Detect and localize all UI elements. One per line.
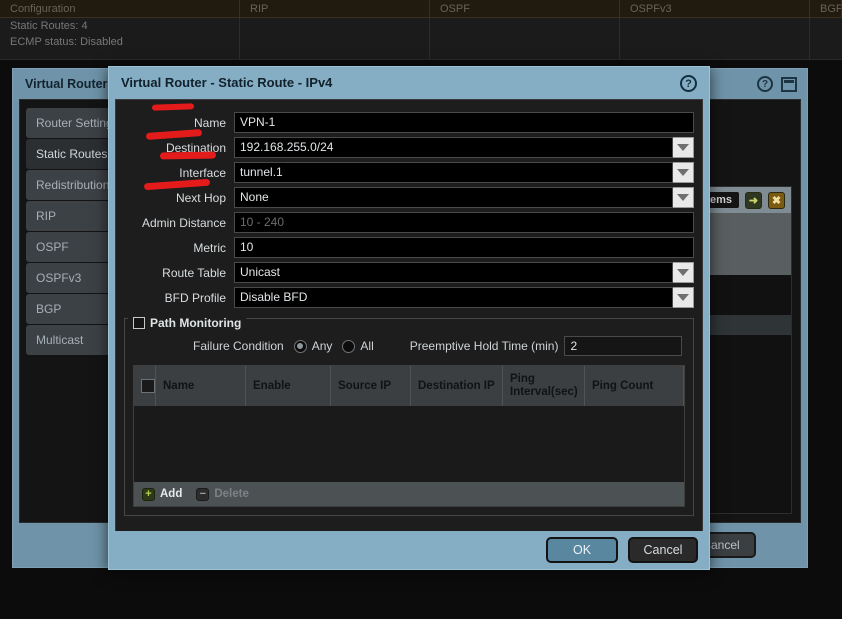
screen: Configuration RIP OSPF OSPFv3 BGP Static…: [0, 0, 842, 619]
static-route-dialog: Virtual Router - Static Route - IPv4 ? N…: [108, 66, 710, 570]
radio-all-label: All: [360, 339, 374, 353]
chevron-down-icon: [677, 144, 689, 151]
dialog-body: Name VPN-1 Destination 192.168.255.0/24 …: [115, 99, 703, 533]
col-source-ip: Source IP: [331, 366, 411, 406]
radio-any[interactable]: [293, 339, 307, 353]
bg-col-configuration: Configuration: [0, 0, 240, 18]
route-table-input[interactable]: Unicast: [234, 262, 673, 283]
table-header-row: Name Enable Source IP Destination IP Pin…: [134, 366, 684, 406]
dialog-footer: OK Cancel: [109, 531, 709, 569]
select-all-checkbox[interactable]: [141, 379, 155, 393]
bg-col-bgp: BGP: [810, 0, 842, 18]
path-monitoring-section: Path Monitoring Failure Condition Any Al…: [124, 316, 694, 516]
field-row-bfd-profile: BFD Profile Disable BFD: [124, 285, 694, 310]
failure-condition-row: Failure Condition Any All Preemptive Hol…: [133, 335, 685, 357]
field-row-metric: Metric 10: [124, 235, 694, 260]
summary-static-routes: Static Routes: 4: [10, 20, 88, 32]
export-arrow-icon[interactable]: ➜: [745, 191, 762, 209]
field-row-admin-distance: Admin Distance 10 - 240: [124, 210, 694, 235]
cancel-button[interactable]: Cancel: [628, 537, 698, 563]
delete-label: Delete: [214, 488, 249, 500]
next-hop-input[interactable]: None: [234, 187, 673, 208]
annotation-stroke-interface: [159, 151, 217, 160]
metric-input[interactable]: 10: [234, 237, 694, 258]
next-hop-dropdown-button[interactable]: [673, 187, 694, 208]
background-summary-row: Static Routes: 4 ECMP status: Disabled: [0, 18, 842, 60]
chevron-down-icon: [677, 169, 689, 176]
col-name: Name: [156, 366, 246, 406]
label-next-hop: Next Hop: [175, 190, 226, 205]
col-ping-interval: Ping Interval(sec): [503, 366, 585, 406]
label-bfd-profile: BFD Profile: [164, 290, 226, 305]
label-admin-distance: Admin Distance: [141, 215, 226, 230]
path-monitoring-table: Name Enable Source IP Destination IP Pin…: [133, 365, 685, 507]
col-destination-ip: Destination IP: [411, 366, 503, 406]
radio-all[interactable]: [342, 339, 356, 353]
label-interface: Interface: [179, 165, 226, 180]
failure-condition-label: Failure Condition: [193, 339, 284, 353]
restore-window-icon[interactable]: [781, 76, 797, 92]
chevron-down-icon: [677, 194, 689, 201]
summary-ecmp-status: ECMP status: Disabled: [10, 36, 123, 48]
background-column-header: Configuration RIP OSPF OSPFv3 BGP: [0, 0, 842, 18]
bfd-profile-dropdown-button[interactable]: [673, 287, 694, 308]
label-route-table: Route Table: [162, 265, 226, 280]
bfd-profile-input[interactable]: Disable BFD: [234, 287, 673, 308]
path-monitoring-box: Failure Condition Any All Preemptive Hol…: [124, 318, 694, 516]
bg-col-ospfv3: OSPFv3: [620, 0, 810, 18]
help-icon[interactable]: ?: [757, 76, 773, 92]
bg-col-rip: RIP: [240, 0, 430, 18]
radio-any-label: Any: [311, 339, 333, 353]
field-row-route-table: Route Table Unicast: [124, 260, 694, 285]
chevron-down-icon: [677, 269, 689, 276]
close-icon[interactable]: ✖: [768, 191, 785, 209]
path-monitoring-label: Path Monitoring: [150, 316, 242, 330]
dialog-title: Virtual Router - Static Route - IPv4: [121, 75, 333, 90]
path-monitoring-checkbox[interactable]: [133, 317, 145, 329]
bg-col-ospf: OSPF: [430, 0, 620, 18]
plus-icon: +: [142, 487, 155, 501]
dialog-titlebar: Virtual Router - Static Route - IPv4 ?: [109, 67, 709, 99]
label-name: Name: [193, 115, 226, 130]
destination-dropdown-button[interactable]: [673, 137, 694, 158]
hold-time-label: Preemptive Hold Time (min): [409, 339, 559, 353]
col-ping-count: Ping Count: [585, 366, 684, 406]
ok-button[interactable]: OK: [546, 537, 618, 563]
destination-input[interactable]: 192.168.255.0/24: [234, 137, 673, 158]
add-button[interactable]: + Add: [142, 487, 183, 501]
field-row-name: Name VPN-1: [124, 110, 694, 135]
name-input[interactable]: VPN-1: [234, 112, 694, 133]
field-row-next-hop: Next Hop None: [124, 185, 694, 210]
label-metric: Metric: [193, 240, 226, 255]
add-label: Add: [160, 488, 183, 500]
table-actions: + Add − Delete: [134, 482, 684, 506]
table-body-empty: [134, 406, 684, 482]
chevron-down-icon: [677, 294, 689, 301]
delete-button: − Delete: [196, 487, 249, 501]
minus-icon: −: [196, 487, 210, 501]
col-enable: Enable: [246, 366, 331, 406]
help-icon[interactable]: ?: [680, 75, 697, 92]
route-table-dropdown-button[interactable]: [673, 262, 694, 283]
interface-input[interactable]: tunnel.1: [234, 162, 673, 183]
interface-dropdown-button[interactable]: [673, 162, 694, 183]
hold-time-input[interactable]: 2: [564, 336, 683, 356]
admin-distance-input[interactable]: 10 - 240: [234, 212, 694, 233]
